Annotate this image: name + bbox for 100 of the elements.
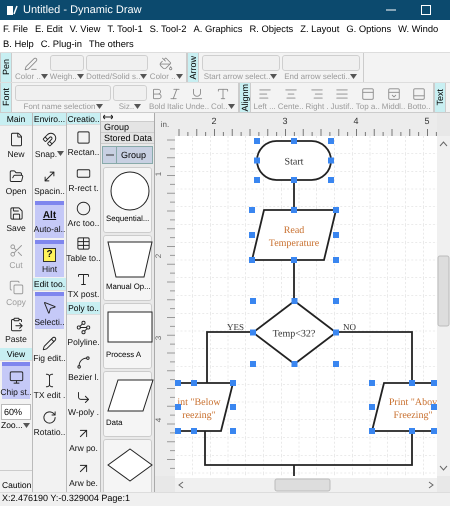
underline-icon[interactable] bbox=[190, 87, 204, 101]
tool-button[interactable]: New bbox=[0, 126, 32, 163]
window-title: Untitled - Dynamic Draw bbox=[23, 4, 143, 16]
polyline-icon bbox=[76, 320, 91, 335]
section-header: Enviro... bbox=[33, 113, 66, 126]
tool-button[interactable]: R-rect t. bbox=[67, 160, 100, 196]
tool-button[interactable]: Arw po. bbox=[67, 421, 100, 457]
status-bar: X:2.476190 Y:-0.329004 Page:1 bbox=[0, 492, 450, 506]
tool-button[interactable]: Alt Auto-al.. bbox=[35, 201, 64, 238]
tool-button[interactable]: Table to.. bbox=[67, 232, 100, 268]
tool-button[interactable]: Bezier l. bbox=[67, 350, 100, 386]
dropdown-field[interactable] bbox=[202, 55, 280, 71]
dropdown-caret-icon bbox=[176, 74, 183, 79]
data-node[interactable]: Print "Abov Freezing" bbox=[370, 382, 437, 432]
tool-button[interactable]: ? Hint bbox=[35, 240, 64, 277]
vertical-scrollbar[interactable] bbox=[437, 136, 450, 476]
dropdown-caret-icon bbox=[134, 104, 142, 109]
tool-button[interactable]: Rectan.. bbox=[67, 125, 100, 161]
paste-icon bbox=[8, 316, 24, 332]
dropdown-caret-icon bbox=[96, 104, 103, 109]
collapse-button[interactable] bbox=[103, 147, 117, 163]
menu-item[interactable]: S. Tool-2 bbox=[150, 23, 186, 34]
toolbar-group-label: Font bbox=[0, 83, 12, 112]
rotate-icon bbox=[42, 410, 57, 424]
circle-icon bbox=[76, 200, 91, 216]
menu-item[interactable]: W. Windo bbox=[398, 23, 438, 34]
tool-button[interactable]: Save bbox=[0, 200, 32, 237]
section-header: Creatio.. bbox=[67, 113, 100, 126]
menu-item[interactable]: B. Help bbox=[3, 38, 34, 49]
shape-card[interactable] bbox=[103, 439, 152, 492]
group-header[interactable]: Group bbox=[102, 146, 153, 164]
screen-icon bbox=[8, 370, 24, 384]
group-label: Group bbox=[121, 150, 146, 160]
font-color-icon[interactable] bbox=[216, 87, 230, 101]
align-top-icon[interactable] bbox=[360, 87, 375, 101]
dropdown-field[interactable] bbox=[113, 85, 147, 101]
tool-button[interactable]: Paste bbox=[0, 311, 32, 348]
menu-item[interactable]: A. Graphics bbox=[194, 23, 242, 34]
menu-item[interactable]: F. File bbox=[3, 23, 28, 34]
tool-button[interactable]: Fig edit.. bbox=[33, 330, 66, 367]
dropdown-caret-icon bbox=[22, 422, 30, 428]
edge-label: YES bbox=[227, 322, 244, 332]
tool-button[interactable]: Chip st.. bbox=[2, 362, 30, 399]
italic-icon[interactable] bbox=[168, 87, 182, 101]
dropdown-field[interactable] bbox=[282, 55, 360, 71]
tool-button[interactable]: Polyline. bbox=[67, 314, 100, 350]
zoom-label[interactable]: Zoo... bbox=[0, 420, 32, 430]
category-selector[interactable]: Group bbox=[101, 122, 154, 133]
open-folder-icon bbox=[8, 168, 24, 184]
menu-item[interactable]: R. Objects bbox=[249, 23, 294, 34]
align-middle-icon[interactable] bbox=[386, 87, 401, 101]
menu-item[interactable]: Z. Layout bbox=[300, 23, 340, 34]
align-bottom-icon[interactable] bbox=[412, 87, 426, 101]
align-center-icon[interactable] bbox=[284, 87, 298, 101]
tool-button[interactable]: Open bbox=[0, 163, 32, 200]
menu-item[interactable]: G. Options bbox=[346, 23, 392, 34]
align-right-icon[interactable] bbox=[310, 87, 324, 101]
dropdown-field[interactable] bbox=[15, 85, 111, 101]
spacing-icon bbox=[42, 168, 57, 184]
dropdown-field[interactable] bbox=[86, 55, 148, 71]
table-icon bbox=[76, 236, 91, 252]
menu-item[interactable]: The others bbox=[88, 38, 134, 49]
zoom-field[interactable]: 60% bbox=[1, 404, 31, 420]
tool-button[interactable]: W-poly . bbox=[67, 386, 100, 422]
align-left-icon[interactable] bbox=[258, 87, 272, 101]
menu-item[interactable]: V. View bbox=[70, 23, 100, 34]
toolbar-group-label: Arrow bbox=[186, 53, 199, 82]
tool-button[interactable]: Arc too.. bbox=[67, 196, 100, 232]
app-icon bbox=[6, 4, 18, 16]
section-header: Edit too. bbox=[33, 278, 66, 291]
paint-bucket-icon[interactable] bbox=[159, 57, 174, 71]
tool-button[interactable]: TX edit . bbox=[33, 367, 66, 404]
scissors-icon bbox=[8, 242, 24, 258]
new-file-icon bbox=[8, 132, 24, 146]
pen-icon[interactable] bbox=[24, 57, 38, 71]
magnet-icon bbox=[42, 132, 57, 146]
tool-button[interactable]: TX post. bbox=[67, 267, 100, 302]
dropdown-field[interactable] bbox=[50, 55, 84, 71]
corner-arrow-icon bbox=[76, 390, 91, 406]
horizontal-ruler: 2 3 4 5 bbox=[175, 113, 437, 136]
tool-button[interactable]: Snap. bbox=[33, 126, 66, 163]
save-icon bbox=[8, 206, 24, 220]
menu-item[interactable]: C. Plug-in bbox=[40, 38, 82, 49]
tool-button[interactable]: Rotatio.. bbox=[33, 404, 66, 441]
tool-button[interactable]: Selecti.. bbox=[35, 292, 64, 329]
tool-button[interactable]: Arw be. bbox=[67, 456, 100, 492]
dropdown-caret-icon bbox=[76, 74, 84, 79]
edge-label: NO bbox=[343, 322, 356, 332]
copy-icon bbox=[8, 280, 24, 294]
square-icon bbox=[76, 130, 91, 146]
menu-item[interactable]: E. Edit bbox=[35, 23, 63, 34]
horizontal-scrollbar[interactable] bbox=[175, 478, 437, 492]
toolbar-group-label: Pen bbox=[0, 53, 12, 82]
menu-item[interactable]: T. Tool-1 bbox=[107, 23, 143, 34]
maximize-icon[interactable] bbox=[420, 4, 432, 16]
bold-icon[interactable] bbox=[150, 87, 164, 101]
resize-arrows-icon[interactable] bbox=[103, 113, 113, 121]
tool-button[interactable]: Spacin.. bbox=[33, 163, 66, 200]
align-justify-icon[interactable] bbox=[335, 87, 350, 101]
section-header: View bbox=[0, 348, 32, 361]
